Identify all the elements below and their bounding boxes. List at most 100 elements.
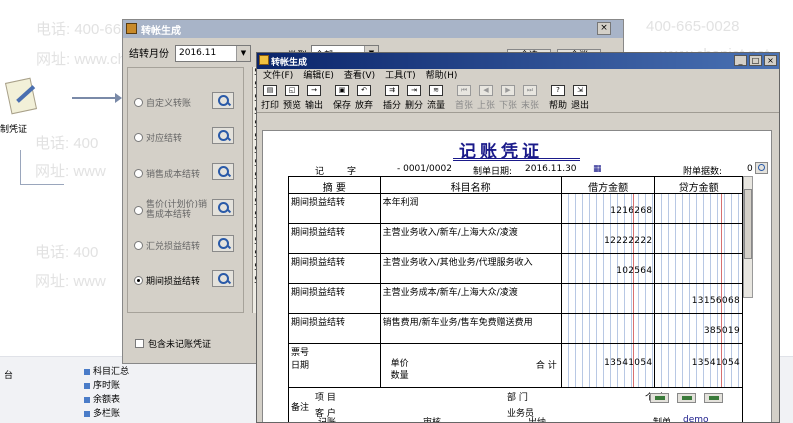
include-unposted-checkbox[interactable]: 包含未记账凭证 [135, 337, 211, 350]
close-button[interactable]: × [764, 55, 777, 66]
card-icon[interactable] [704, 393, 723, 403]
toolbar-button[interactable]: ⏭ 末张 [519, 83, 541, 112]
debit-cell[interactable]: 12222222 [561, 224, 656, 253]
account-cell[interactable]: 主营业务收入/新车/上海大众/凌渡 [381, 224, 562, 253]
summary-cell[interactable]: 期间损益结转 [289, 194, 381, 223]
search-icon[interactable] [755, 162, 768, 174]
table-row[interactable]: 期间损益结转 主营业务收入/新车/上海大众/凌渡 12222222 [289, 224, 742, 254]
table-row[interactable]: 期间损益结转 主营业务收入/其他业务/代理服务收入 102564 [289, 254, 742, 284]
card-icon[interactable] [677, 393, 696, 403]
remark-cell[interactable]: 备注 项 目 客 户 部 门 业务员 个 人 [289, 388, 742, 422]
table-row[interactable]: 期间损益结转 主营业务成本/新车/上海大众/凌渡 13156068 [289, 284, 742, 314]
voucher-titlebar[interactable]: 转帐生成 _ □ × [257, 53, 779, 69]
toolbar-button[interactable]: ⇲ 退出 [569, 83, 591, 112]
toolbar-button[interactable]: ▣ 保存 [331, 83, 353, 112]
toolbar-button[interactable]: ? 帮助 [547, 83, 569, 112]
toolbar-button[interactable]: ↶ 放弃 [353, 83, 375, 112]
total-debit-cell[interactable]: 13541054 [561, 344, 656, 387]
desktop-voucher-label[interactable]: 制凭证 [0, 122, 27, 135]
tree-item-balance[interactable]: 余额表 [84, 392, 120, 405]
summary-cell[interactable]: 期间损益结转 [289, 314, 381, 343]
tree-item-journal[interactable]: 序时账 [84, 378, 120, 391]
credit-cell[interactable] [655, 254, 742, 283]
wizard-close-button[interactable]: × [597, 22, 611, 35]
minimize-button[interactable]: _ [734, 55, 747, 66]
radio-icon[interactable] [134, 241, 143, 250]
summary-cell[interactable]: 期间损益结转 [289, 224, 381, 253]
radio-icon[interactable] [134, 98, 143, 107]
toolbar-button[interactable]: ◱ 预览 [281, 83, 303, 112]
toolbar-button[interactable]: ⏮ 首张 [453, 83, 475, 112]
search-icon[interactable] [212, 163, 234, 180]
total-credit-cell[interactable]: 13541054 [655, 344, 742, 387]
radio-corresponding-transfer[interactable]: 对应结转 [134, 131, 182, 144]
scrollbar-thumb[interactable] [744, 189, 752, 259]
tree-item-subject-summary[interactable]: 科目汇总 [84, 364, 129, 377]
menu-item[interactable]: 文件(F) [263, 69, 293, 83]
credit-cell[interactable] [655, 194, 742, 223]
credit-cell[interactable]: 13156068 [655, 284, 742, 313]
menu-item[interactable]: 查看(V) [344, 69, 375, 83]
summary-cell[interactable]: 期间损益结转 [289, 254, 381, 283]
menu-item[interactable]: 工具(T) [385, 69, 416, 83]
voucher-doc-icon[interactable] [4, 77, 38, 115]
toolbar-button[interactable]: ▶ 下张 [497, 83, 519, 112]
checkbox-icon[interactable] [135, 339, 144, 348]
radio-sales-cost-transfer[interactable]: 销售成本结转 [134, 167, 200, 180]
voucher-paper: 记账凭证 记 字 - 0001/0002 制单日期: 2016.11.30 ▦ … [262, 130, 772, 423]
menu-item[interactable]: 编辑(E) [303, 69, 334, 83]
radio-planned-price-transfer[interactable]: 售价(计划价)销售成本结转 [134, 200, 214, 220]
credit-cell[interactable] [655, 224, 742, 253]
toolbar-button[interactable]: ⇥ 删分 [403, 83, 425, 112]
ticket-cell[interactable]: 票号 日期 [289, 344, 381, 387]
summary-cell[interactable]: 期间损益结转 [289, 284, 381, 313]
menu-item[interactable]: 帮助(H) [426, 69, 458, 83]
radio-label: 自定义转账 [146, 99, 192, 109]
account-cell[interactable]: 本年利润 [381, 194, 562, 223]
toolbar-button[interactable]: ⇉ 插分 [381, 83, 403, 112]
search-icon[interactable] [212, 127, 234, 144]
radio-label: 售价(计划价)销售成本结转 [146, 200, 208, 220]
table-row[interactable]: 期间损益结转 销售费用/新车业务/售车免费赠送费用 385019 [289, 314, 742, 344]
month-select[interactable]: 2016.11 ▼ [175, 45, 251, 62]
radio-icon[interactable] [134, 133, 143, 142]
voucher-number[interactable]: - 0001/0002 [397, 164, 452, 174]
attachment-count[interactable]: 0 [747, 164, 753, 174]
toolbar-glyph-icon: ⇥ [407, 85, 421, 96]
posting-label: 记账 [318, 418, 337, 423]
table-scrollbar[interactable] [743, 176, 753, 298]
debit-cell-text: 12222222 [604, 236, 653, 246]
account-cell[interactable]: 销售费用/新车业务/售车免费赠送费用 [381, 314, 562, 343]
account-cell-text: 主营业务成本/新车/上海大众/凌渡 [382, 288, 518, 298]
account-cell[interactable]: 主营业务成本/新车/上海大众/凌渡 [381, 284, 562, 313]
debit-cell[interactable] [561, 284, 656, 313]
toolbar-button[interactable]: ≋ 流量 [425, 83, 447, 112]
search-icon[interactable] [212, 92, 234, 109]
calendar-icon[interactable]: ▦ [593, 164, 602, 174]
radio-period-pl-transfer[interactable]: 期间损益结转 [134, 274, 200, 287]
search-icon[interactable] [212, 235, 234, 252]
radio-icon[interactable] [134, 169, 143, 178]
debit-cell[interactable]: 102564 [561, 254, 656, 283]
chevron-down-icon[interactable]: ▼ [236, 46, 250, 61]
wizard-titlebar[interactable]: 转帐生成 × [123, 20, 623, 38]
date-value[interactable]: 2016.11.30 [525, 164, 577, 174]
debit-cell[interactable] [561, 314, 656, 343]
radio-custom-transfer[interactable]: 自定义转账 [134, 96, 191, 109]
toolbar-button[interactable]: ◀ 上张 [475, 83, 497, 112]
unit-cell[interactable]: 单价 数量 合 计 [381, 344, 562, 387]
search-icon[interactable] [212, 199, 234, 216]
tree-item-multicolumn[interactable]: 多栏账 [84, 406, 120, 419]
credit-cell[interactable]: 385019 [655, 314, 742, 343]
search-icon[interactable] [212, 270, 234, 287]
maximize-button[interactable]: □ [749, 55, 762, 66]
debit-cell[interactable]: 1216268 [561, 194, 656, 223]
radio-icon[interactable] [134, 205, 143, 215]
toolbar-button[interactable]: → 输出 [303, 83, 325, 112]
radio-exchange-transfer[interactable]: 汇兑损益结转 [134, 239, 200, 252]
table-row[interactable]: 期间损益结转 本年利润 1216268 [289, 194, 742, 224]
radio-selected-icon[interactable] [134, 276, 143, 285]
card-icon[interactable] [650, 393, 669, 403]
account-cell[interactable]: 主营业务收入/其他业务/代理服务收入 [381, 254, 562, 283]
toolbar-button[interactable]: ▤ 打印 [259, 83, 281, 112]
